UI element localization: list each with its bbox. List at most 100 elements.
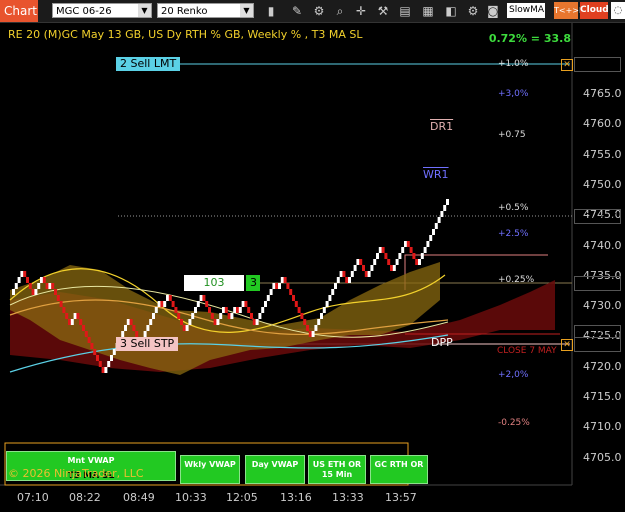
price-chart[interactable] <box>0 23 625 512</box>
tkr-button[interactable]: T<+>K <box>554 2 584 19</box>
renko-brick <box>423 247 427 253</box>
renko-brick <box>266 295 270 301</box>
level-plus075: +0.75 <box>498 130 526 140</box>
renko-brick <box>54 289 57 295</box>
renko-brick <box>280 277 284 283</box>
renko-brick <box>437 217 441 223</box>
renko-brick <box>308 331 312 337</box>
renko-brick <box>45 283 49 289</box>
renko-brick <box>126 319 130 325</box>
renko-brick <box>286 283 290 289</box>
renko-brick <box>420 253 424 259</box>
calendar-icon[interactable]: ▦ <box>420 3 436 19</box>
time-tick: 10:33 <box>175 491 207 504</box>
renko-brick <box>252 319 256 325</box>
renko-brick <box>409 247 413 253</box>
renko-brick <box>264 301 267 307</box>
performance-readout: 0.72% = 33.8 <box>488 32 571 45</box>
renko-brick <box>185 325 189 331</box>
bar-type-selector[interactable]: 20 Renko ▼ <box>157 3 254 18</box>
renko-brick <box>104 367 108 373</box>
renko-brick <box>205 301 209 307</box>
renko-brick <box>353 265 357 271</box>
renko-brick <box>395 259 399 265</box>
renko-brick <box>350 271 354 277</box>
renko-brick <box>404 241 407 247</box>
renko-brick <box>166 295 169 301</box>
renko-brick <box>227 313 231 319</box>
renko-brick <box>152 313 155 319</box>
renko-brick <box>362 265 365 271</box>
renko-brick <box>191 313 195 319</box>
renko-brick <box>196 301 200 307</box>
renko-brick <box>157 301 161 307</box>
renko-brick <box>219 313 223 319</box>
renko-brick <box>208 307 211 313</box>
price-tag-value: 4744.7 <box>578 211 617 224</box>
wkly-vwap-button[interactable]: Wkly VWAP <box>180 455 240 484</box>
renko-brick <box>325 301 329 307</box>
position-qty[interactable]: 103 <box>184 275 244 291</box>
sell-lmt-order[interactable]: 2 Sell LMT <box>116 57 181 71</box>
renko-brick <box>272 283 276 289</box>
us-eth-or-button[interactable]: US ETH OR 15 Min <box>308 455 366 484</box>
time-tick: 12:05 <box>226 491 258 504</box>
renko-brick <box>48 283 52 289</box>
wrench-icon[interactable]: ⚒ <box>375 3 391 19</box>
renko-brick <box>387 259 391 265</box>
crosshair-icon[interactable]: ✛ <box>353 3 369 19</box>
renko-brick <box>233 307 237 313</box>
position-side[interactable]: 3 <box>246 275 260 291</box>
time-tick: 13:33 <box>332 491 364 504</box>
cancel-order-icon[interactable]: ✕ <box>561 59 573 71</box>
renko-brick <box>236 307 239 313</box>
settings-icon[interactable]: ⚙ <box>465 3 481 19</box>
renko-brick <box>429 235 433 241</box>
level-dr1: DR1 <box>430 120 454 133</box>
copyright-text: © 2026 NinjaTrader, LLC <box>8 467 144 480</box>
chevron-down-icon: ▼ <box>138 4 151 17</box>
draw-icon[interactable]: ✎ <box>289 3 305 19</box>
camera-icon[interactable]: ◙ <box>485 3 501 19</box>
renko-brick <box>202 295 206 301</box>
level-plus025: +0.25% <box>498 275 535 285</box>
us-eth-or-label: US ETH OR 15 Min <box>312 460 362 479</box>
wkly-vwap-label: Wkly VWAP <box>184 460 236 469</box>
cancel-order-icon[interactable]: ✕ <box>561 339 573 351</box>
renko-brick <box>40 277 43 283</box>
renko-brick <box>376 253 379 259</box>
renko-brick <box>269 289 273 295</box>
renko-brick <box>101 367 105 373</box>
gc-rth-or-button[interactable]: GC RTH OR <box>370 455 428 484</box>
chart-style-icon[interactable]: ◧ <box>443 3 459 19</box>
sell-stp-order[interactable]: 3 Sell STP <box>116 337 179 351</box>
renko-brick <box>258 313 262 319</box>
day-vwap-button[interactable]: Day VWAP <box>245 455 305 484</box>
ring-icon[interactable]: ◌ <box>611 2 625 19</box>
zoom-icon[interactable]: ⌕ <box>332 3 348 19</box>
level-plus05: +0.5% <box>498 203 529 213</box>
day-vwap-label: Day VWAP <box>251 460 299 469</box>
cloud-button[interactable]: Cloud <box>580 2 609 19</box>
renko-brick <box>12 289 15 295</box>
renko-brick <box>171 301 175 307</box>
renko-brick <box>359 259 363 265</box>
renko-brick <box>336 277 340 283</box>
renko-brick <box>124 325 127 331</box>
data-box-icon[interactable]: ▤ <box>397 3 413 19</box>
renko-brick <box>392 265 396 271</box>
bar-chart-icon[interactable]: ▮ <box>263 3 279 19</box>
renko-brick <box>261 307 265 313</box>
renko-brick <box>90 343 94 349</box>
renko-brick <box>222 307 225 313</box>
renko-brick <box>17 277 21 283</box>
renko-brick <box>356 259 360 265</box>
renko-brick <box>163 301 167 307</box>
instrument-selector[interactable]: MGC 06-26 ▼ <box>52 3 152 18</box>
renko-brick <box>446 199 449 205</box>
level-minus025: -0.25% <box>498 418 530 428</box>
renko-brick <box>398 253 402 259</box>
slowma-box[interactable]: SlowMA <box>507 3 545 18</box>
renko-brick <box>160 301 164 307</box>
properties-icon[interactable]: ⚙ <box>311 3 327 19</box>
